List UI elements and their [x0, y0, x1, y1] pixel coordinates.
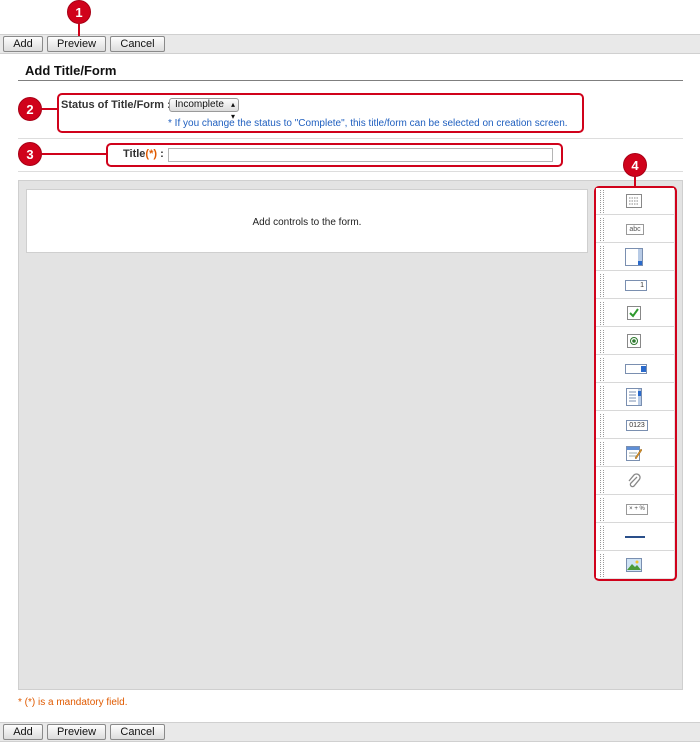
drag-handle[interactable] [600, 302, 604, 325]
palette-item-text-area[interactable] [596, 244, 674, 271]
mandatory-field-note: * (*) is a mandatory field. [18, 697, 128, 708]
palette-item-list-box[interactable] [596, 384, 674, 411]
drag-handle[interactable] [600, 470, 604, 493]
drag-handle[interactable] [600, 414, 604, 437]
callout-line-3 [42, 153, 106, 155]
section-divider [18, 138, 683, 139]
callout-marker-1: 1 [67, 0, 91, 24]
cancel-button[interactable]: Cancel [110, 36, 165, 52]
list-box-icon [625, 388, 643, 406]
callout-marker-4: 4 [623, 153, 647, 177]
empty-canvas-message: Add controls to the form. [252, 217, 362, 228]
palette-item-checkbox[interactable] [596, 300, 674, 327]
drag-handle[interactable] [600, 498, 604, 521]
add-button[interactable]: Add [3, 36, 43, 52]
drag-handle[interactable] [600, 330, 604, 353]
status-select-value: Incomplete [175, 99, 224, 110]
drag-handle[interactable] [600, 554, 604, 577]
control-palette: abc 1 0123 × + % [596, 188, 674, 578]
status-hint: * If you change the status to "Complete"… [168, 118, 568, 129]
palette-item-number[interactable]: 1 [596, 272, 674, 299]
form-canvas[interactable] [18, 180, 683, 690]
text-box-icon-text: abc [626, 223, 644, 235]
image-icon [625, 557, 643, 573]
palette-item-attachment[interactable] [596, 468, 674, 495]
callout-line-2 [42, 108, 57, 110]
calculation-icon-text: × + % [626, 503, 648, 515]
palette-item-text-box[interactable]: abc [596, 216, 674, 243]
palette-item-date[interactable] [596, 440, 674, 467]
form-drop-zone[interactable]: Add controls to the form. [26, 189, 588, 253]
drag-handle[interactable] [600, 218, 604, 241]
drag-handle[interactable] [600, 246, 604, 269]
palette-item-label[interactable] [596, 188, 674, 215]
number-field-icon: 1 [625, 277, 647, 293]
palette-item-horizontal-line[interactable] [596, 524, 674, 551]
add-button[interactable]: Add [3, 724, 43, 740]
top-toolbar: Add Preview Cancel [0, 34, 700, 54]
status-label: Status of Title/Form : [61, 99, 171, 111]
palette-item-radio[interactable] [596, 328, 674, 355]
status-select[interactable]: Incomplete ▴ ▾ [169, 98, 239, 121]
number-field-icon-text: 1 [625, 279, 647, 291]
title-label: Title(*) : [123, 148, 164, 160]
text-area-icon [625, 248, 643, 266]
title-label-colon: : [160, 148, 164, 160]
title-input[interactable] [168, 148, 553, 162]
attachment-icon [625, 473, 643, 489]
drag-handle[interactable] [600, 190, 604, 213]
palette-item-calculation[interactable]: × + % [596, 496, 674, 523]
drag-handle[interactable] [600, 526, 604, 549]
preview-button[interactable]: Preview [47, 724, 106, 740]
preview-button[interactable]: Preview [47, 36, 106, 52]
callout-marker-2: 2 [18, 97, 42, 121]
section-divider [18, 171, 683, 172]
serial-number-icon-text: 0123 [626, 419, 648, 431]
checkbox-icon [625, 305, 643, 321]
horizontal-line-icon [625, 529, 645, 545]
cancel-button[interactable]: Cancel [110, 724, 165, 740]
callout-marker-3: 3 [18, 142, 42, 166]
date-picker-icon [625, 445, 643, 461]
drag-handle[interactable] [600, 386, 604, 409]
drag-handle[interactable] [600, 274, 604, 297]
calculation-icon: × + % [625, 501, 649, 517]
dropdown-icon [625, 361, 647, 377]
drag-handle[interactable] [600, 442, 604, 465]
palette-item-serial-number[interactable]: 0123 [596, 412, 674, 439]
bottom-toolbar: Add Preview Cancel [0, 722, 700, 742]
callout-line-4 [634, 177, 636, 186]
label-text-icon [625, 193, 643, 209]
page-title: Add Title/Form [25, 63, 117, 78]
palette-item-image[interactable] [596, 552, 674, 579]
radio-button-icon [625, 333, 643, 349]
title-divider [18, 80, 683, 81]
callout-line-1 [78, 24, 80, 36]
required-mark: (*) [145, 148, 158, 160]
drag-handle[interactable] [600, 358, 604, 381]
serial-number-icon: 0123 [625, 417, 649, 433]
palette-item-dropdown[interactable] [596, 356, 674, 383]
text-box-icon: abc [625, 221, 645, 237]
title-label-text: Title [123, 148, 146, 160]
